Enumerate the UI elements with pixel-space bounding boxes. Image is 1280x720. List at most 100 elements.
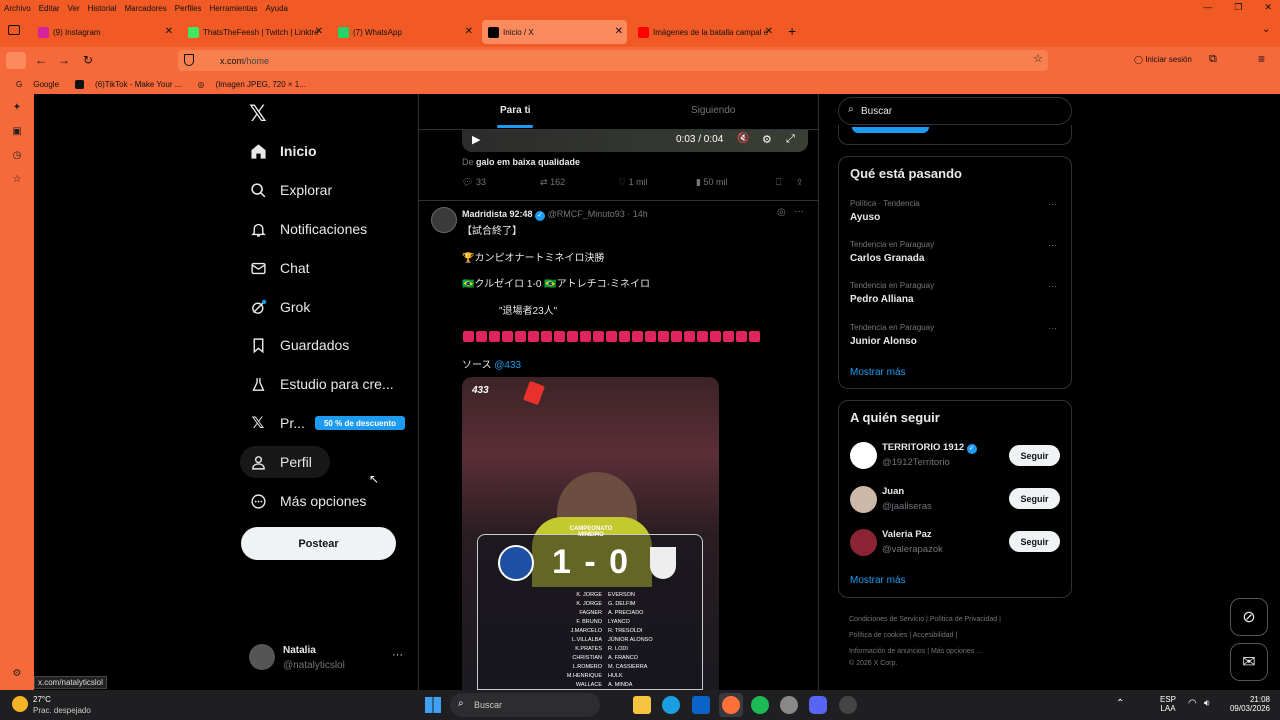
sidebar-toggle-icon[interactable] bbox=[6, 52, 26, 69]
follow-avatar[interactable] bbox=[850, 486, 877, 513]
messages-float-button[interactable]: ✉ bbox=[1230, 643, 1268, 681]
firefox-icon[interactable] bbox=[719, 693, 743, 717]
menu-icon[interactable]: ≡ bbox=[1258, 52, 1265, 66]
close-tab-icon[interactable]: ✕ bbox=[615, 26, 623, 37]
footer-link[interactable]: Más opciones ... bbox=[931, 648, 982, 655]
follow-avatar[interactable] bbox=[850, 529, 877, 556]
menu-ayuda[interactable]: Ayuda bbox=[261, 4, 292, 13]
follow-show-more[interactable]: Mostrar más bbox=[850, 575, 906, 586]
tabs-icon[interactable]: ▣ bbox=[11, 126, 23, 138]
menu-perfiles[interactable]: Perfiles bbox=[171, 4, 206, 13]
app-icon[interactable] bbox=[839, 696, 857, 714]
more-dots-icon[interactable]: ··· bbox=[1048, 323, 1057, 333]
ai-icon[interactable]: ✦ bbox=[11, 102, 23, 114]
menu-herramientas[interactable]: Herramientas bbox=[205, 4, 261, 13]
settings-icon[interactable] bbox=[780, 696, 798, 714]
bookmark-icon[interactable]: ⎕ bbox=[776, 177, 781, 188]
follow-name[interactable]: TERRITORIO 1912 ✓ bbox=[882, 442, 977, 454]
star-icon[interactable]: ☆ bbox=[1033, 52, 1043, 65]
tab-instagram[interactable]: (9) Instagram ✕ bbox=[32, 20, 177, 44]
weather-temp[interactable]: 27°C bbox=[33, 695, 51, 704]
follow-button[interactable]: Seguir bbox=[1009, 531, 1060, 552]
follow-button[interactable]: Seguir bbox=[1009, 445, 1060, 466]
share-icon[interactable]: ⇪ bbox=[796, 177, 804, 188]
shield-icon[interactable] bbox=[184, 54, 194, 66]
back-icon[interactable]: ← bbox=[35, 53, 47, 67]
extensions-icon[interactable]: ⧉ bbox=[1209, 53, 1217, 66]
x-logo-icon[interactable]: 𝕏 bbox=[249, 101, 267, 127]
tweet-handle[interactable]: @RMCF_Minuto93 · 14h bbox=[548, 209, 648, 219]
spotify-icon[interactable] bbox=[751, 696, 769, 714]
close-tab-icon[interactable]: ✕ bbox=[765, 26, 773, 37]
more-dots-icon[interactable]: ··· bbox=[794, 206, 804, 217]
file-explorer-icon[interactable] bbox=[633, 696, 651, 714]
tab-para-ti[interactable]: Para ti bbox=[500, 105, 531, 116]
menu-marcadores[interactable]: Marcadores bbox=[121, 4, 171, 13]
wifi-icon[interactable]: ◠ bbox=[1188, 698, 1197, 709]
nav-explorar[interactable]: Explorar bbox=[249, 178, 332, 202]
tab-list-icon[interactable] bbox=[8, 25, 20, 35]
close-tab-icon[interactable]: ✕ bbox=[315, 26, 323, 37]
follow-avatar[interactable] bbox=[850, 442, 877, 469]
footer-link[interactable]: Política de cookies bbox=[849, 632, 907, 639]
maximize-icon[interactable]: ❐ bbox=[1234, 2, 1242, 13]
nav-grok[interactable]: Grok bbox=[249, 295, 310, 319]
footer-link[interactable]: Política de Privacidad bbox=[930, 616, 997, 623]
nav-notificaciones[interactable]: Notificaciones bbox=[249, 217, 367, 241]
tweet-image[interactable]: 433 CAMPEONATO MINEIRO 1 - 0 K. JORGE K. … bbox=[462, 377, 719, 690]
discord-icon[interactable] bbox=[809, 696, 827, 714]
like-button[interactable]: ♡ 1 mil bbox=[618, 177, 648, 188]
bookmark-image[interactable]: ◎ (Imagen JPEG, 720 × 1... bbox=[189, 80, 305, 89]
menu-historial[interactable]: Historial bbox=[84, 4, 121, 13]
minimize-icon[interactable]: — bbox=[1203, 2, 1212, 13]
signin-button[interactable]: ◯ Iniciar sesión bbox=[1134, 55, 1192, 64]
reload-icon[interactable]: ↻ bbox=[83, 53, 93, 67]
tab-youtube[interactable]: Imágenes de la batalla campal e ✕ bbox=[632, 20, 777, 44]
settings-icon[interactable]: ⚙ bbox=[11, 668, 23, 680]
reply-button[interactable]: 💬︎ 33 bbox=[462, 177, 486, 188]
account-switcher[interactable]: Natalia @natalyticslol ··· bbox=[249, 643, 409, 673]
history-icon[interactable]: ◷ bbox=[11, 150, 23, 162]
nav-inicio[interactable]: Inicio bbox=[249, 139, 317, 163]
follow-button[interactable]: Seguir bbox=[1009, 488, 1060, 509]
nav-premium[interactable]: 𝕏 Pr... bbox=[249, 411, 305, 435]
grok-float-button[interactable]: ⊘ bbox=[1230, 598, 1268, 636]
gear-icon[interactable]: ⚙ bbox=[762, 133, 772, 146]
bookmark-star-icon[interactable]: ☆ bbox=[11, 174, 23, 186]
edge-icon[interactable] bbox=[662, 696, 680, 714]
search-box[interactable]: ⌕ Buscar bbox=[838, 97, 1072, 125]
chevron-down-icon[interactable]: ⌄ bbox=[1262, 24, 1270, 35]
follow-name[interactable]: Valeria Paz bbox=[882, 529, 932, 540]
footer-link[interactable]: Información de anuncios bbox=[849, 648, 925, 655]
premium-discount-badge[interactable]: 50 % de descuento bbox=[315, 416, 405, 430]
tweet-avatar[interactable] bbox=[431, 207, 457, 233]
address-bar[interactable]: x.com/home bbox=[178, 50, 1048, 71]
tab-x-inicio[interactable]: Inicio / X ✕ bbox=[482, 20, 627, 44]
video-player[interactable]: ▶ 0:03 / 0:04 🔇 ⚙ ⤢ bbox=[462, 130, 808, 152]
mute-icon[interactable]: 🔇 bbox=[737, 133, 749, 144]
close-tab-icon[interactable]: ✕ bbox=[165, 26, 173, 37]
menu-editar[interactable]: Editar bbox=[35, 4, 64, 13]
bookmark-google[interactable]: G Google bbox=[8, 80, 59, 89]
trends-show-more[interactable]: Mostrar más bbox=[850, 367, 906, 378]
follow-name[interactable]: Juan bbox=[882, 486, 904, 497]
bookmark-tiktok[interactable]: (6)TikTok - Make Your ... bbox=[67, 79, 181, 89]
more-dots-icon[interactable]: ··· bbox=[392, 649, 403, 661]
footer-link[interactable]: Accesibilidad bbox=[913, 632, 954, 639]
close-tab-icon[interactable]: ✕ bbox=[465, 26, 473, 37]
close-icon[interactable]: ✕ bbox=[1264, 2, 1272, 13]
grok-icon[interactable]: ◎ bbox=[777, 207, 786, 218]
new-tab-icon[interactable]: + bbox=[788, 23, 796, 39]
nav-mas-opciones[interactable]: Más opciones bbox=[249, 489, 366, 513]
fullscreen-icon[interactable]: ⤢ bbox=[786, 133, 795, 146]
trend-item[interactable]: Tendencia en Paraguay Carlos Granada ··· bbox=[850, 240, 1060, 264]
trend-item[interactable]: Tendencia en Paraguay Junior Alonso ··· bbox=[850, 323, 1060, 347]
chevron-up-icon[interactable]: ⌃ bbox=[1116, 698, 1124, 709]
post-button[interactable]: Postear bbox=[241, 527, 396, 560]
play-icon[interactable]: ▶ bbox=[472, 133, 480, 146]
tweet-author[interactable]: Madridista 92:48 bbox=[462, 209, 533, 219]
language-indicator[interactable]: ESP LAA bbox=[1160, 695, 1176, 713]
taskbar-search[interactable]: ⌕ Buscar bbox=[450, 693, 600, 717]
trend-item[interactable]: Política · Tendencia Ayuso ··· bbox=[850, 199, 1060, 223]
tab-twitch[interactable]: ThatsTheFeesh | Twitch | Linktre ✕ bbox=[182, 20, 327, 44]
